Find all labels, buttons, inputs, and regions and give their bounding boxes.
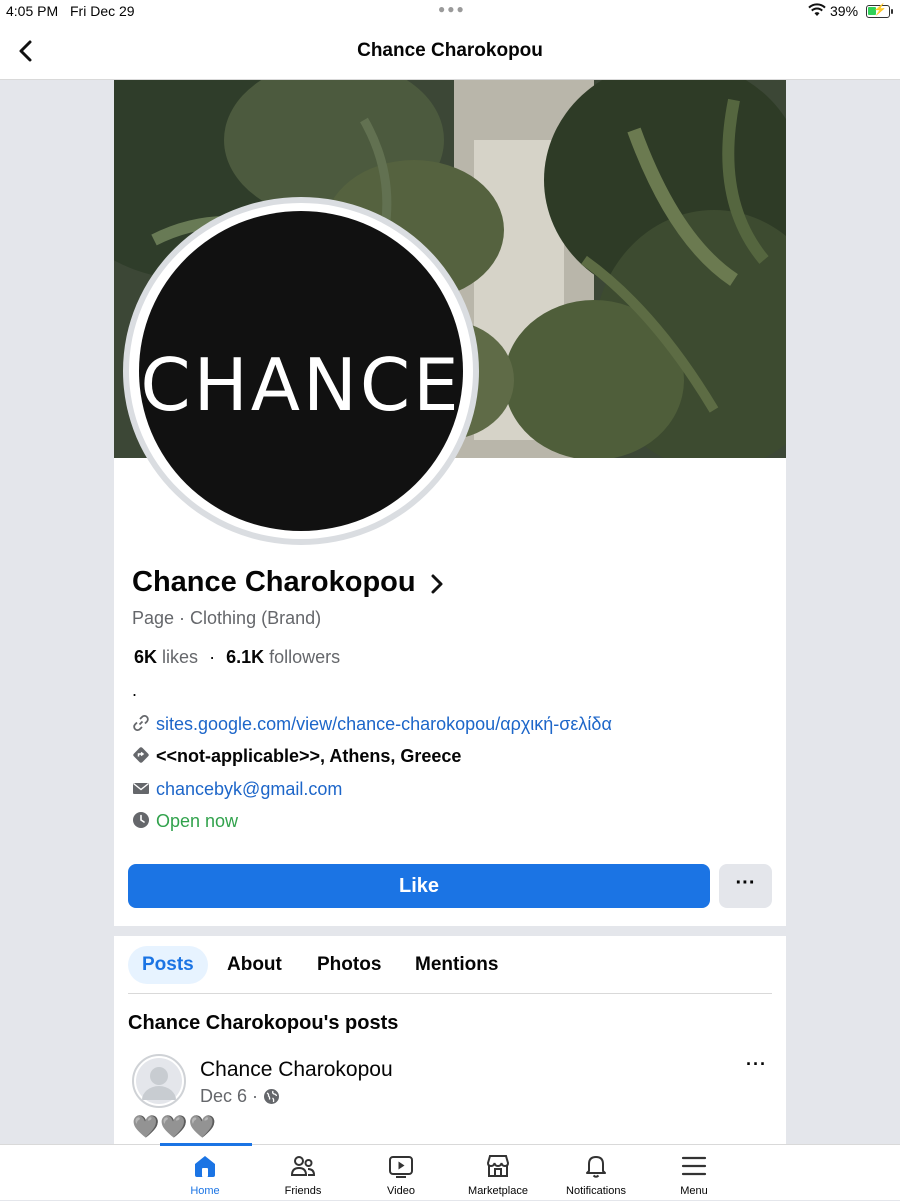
chevron-right-icon[interactable] [428, 572, 448, 596]
post-content: 🩶🩶🩶 [132, 1114, 218, 1139]
active-tab-indicator [160, 1143, 252, 1146]
multitasking-dots[interactable]: ●●● [438, 2, 466, 16]
email-link[interactable]: chancebyk@gmail.com [156, 779, 342, 799]
website-row[interactable]: sites.google.com/view/chance-charokopou/… [132, 714, 612, 735]
nav-notifications[interactable]: Notifications [546, 1153, 646, 1201]
stats-separator: · [209, 647, 216, 667]
likes-label: likes [162, 647, 199, 667]
post-date: Dec 6 · [200, 1086, 259, 1106]
envelope-icon [132, 779, 152, 797]
avatar-logo-text: CHANCE [140, 343, 462, 427]
tab-posts[interactable]: Posts [128, 946, 208, 984]
wifi-icon [808, 3, 826, 20]
friends-icon [290, 1156, 316, 1176]
nav-marketplace[interactable]: Marketplace [448, 1153, 548, 1201]
post-meta: Dec 6 · [200, 1086, 280, 1107]
nav-friends[interactable]: Friends [253, 1153, 353, 1201]
intro-text: . [132, 680, 138, 700]
address-row[interactable]: <<not-applicable>>, Athens, Greece [132, 746, 461, 767]
directions-icon [132, 746, 152, 764]
nav-label: Friends [284, 1185, 322, 1197]
battery-percent: 39% [830, 3, 859, 19]
status-date: Fri Dec 29 [70, 3, 135, 19]
nav-label: Video [387, 1185, 415, 1197]
page-stats: 6K likes · 6.1K followers [134, 647, 340, 668]
followers-label: followers [269, 647, 341, 667]
home-icon [195, 1156, 215, 1177]
tab-mentions[interactable]: Mentions [401, 946, 512, 984]
nav-home[interactable]: Home [155, 1153, 255, 1201]
page-category: Page · Clothing (Brand) [132, 608, 322, 628]
like-button[interactable]: Like [128, 864, 710, 908]
status-bar: 4:05 PM Fri Dec 29 ●●● 39% ⚡ [0, 0, 900, 24]
post-author-avatar[interactable] [132, 1054, 186, 1108]
page-title: Chance Charokopou [357, 40, 543, 61]
hours-row[interactable]: Open now [132, 811, 238, 832]
email-row[interactable]: chancebyk@gmail.com [132, 779, 342, 800]
profile-name[interactable]: Chance Charokopou [132, 566, 416, 599]
profile-card: CHANCE Chance Charokopou Page · Clothing… [114, 80, 786, 926]
link-icon [132, 714, 152, 732]
nav-label: Home [190, 1185, 220, 1197]
more-options-button[interactable]: ··· [719, 864, 772, 908]
posts-heading: Chance Charokopou's posts [128, 1012, 399, 1034]
divider [128, 993, 772, 994]
top-nav-bar: Chance Charokopou [0, 24, 900, 80]
post-author-name[interactable]: Chance Charokopou [200, 1058, 393, 1082]
nav-label: Marketplace [468, 1185, 528, 1197]
marketplace-icon [486, 1155, 510, 1177]
bottom-tab-bar: Home Friends Video Marketplace Notificat… [0, 1143, 900, 1201]
menu-icon [681, 1156, 707, 1176]
nav-label: Menu [680, 1185, 708, 1197]
post-more-button[interactable]: ··· [746, 1054, 767, 1075]
status-time: 4:05 PM [6, 3, 59, 19]
globe-icon [263, 1088, 280, 1105]
clock-icon [132, 811, 152, 829]
likes-count: 6K [134, 647, 158, 667]
profile-avatar[interactable]: CHANCE [123, 197, 479, 545]
website-link[interactable]: sites.google.com/view/chance-charokopou/… [156, 714, 612, 734]
video-icon [389, 1156, 413, 1178]
bell-icon [586, 1156, 606, 1178]
nav-label: Notifications [566, 1185, 626, 1197]
posts-section: Posts About Photos Mentions Chance Charo… [114, 936, 786, 1156]
nav-menu[interactable]: Menu [644, 1153, 744, 1201]
tab-photos[interactable]: Photos [303, 946, 395, 984]
nav-video[interactable]: Video [351, 1153, 451, 1201]
battery-icon: ⚡ [866, 4, 893, 18]
open-status: Open now [156, 811, 239, 831]
tab-about[interactable]: About [213, 946, 296, 984]
address-text: <<not-applicable>>, Athens, Greece [156, 746, 462, 766]
followers-count: 6.1K [226, 647, 265, 667]
avatar-logo: CHANCE [139, 211, 463, 531]
